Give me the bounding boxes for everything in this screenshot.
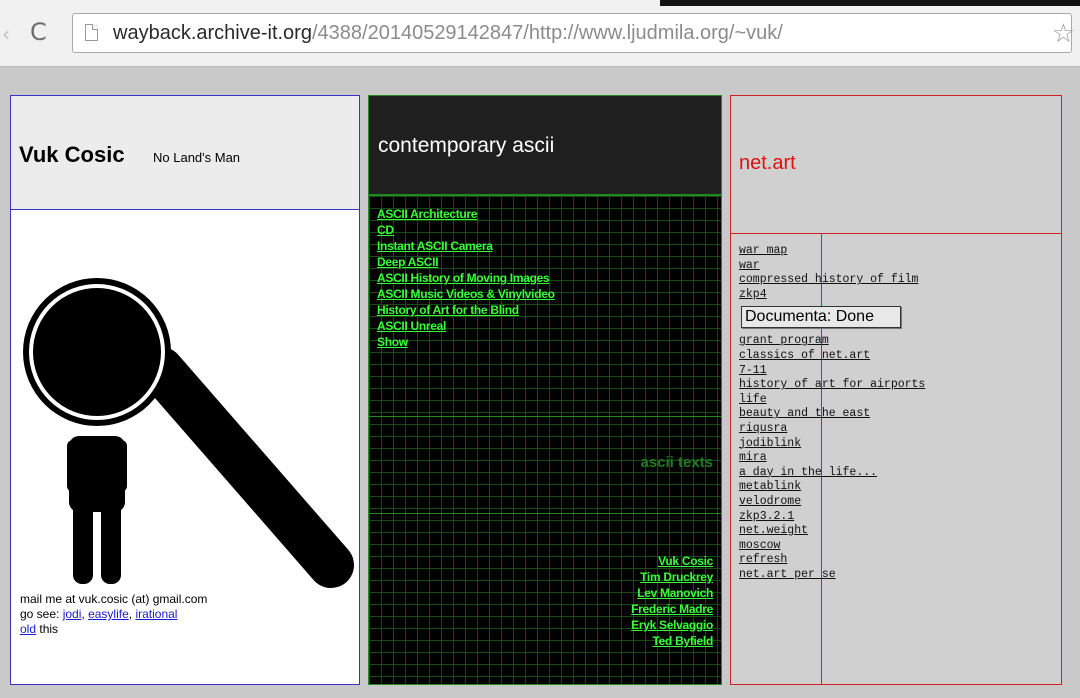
link-zkp3-2-1[interactable]: zkp3.2.1 — [739, 510, 925, 525]
old-line: old this — [20, 622, 207, 637]
ascii-texts-label: ascii texts — [640, 454, 713, 471]
ascii-grid-panel: ASCII Architecture CD Instant ASCII Came… — [368, 195, 722, 685]
link-lev-manovich[interactable]: Lev Manovich — [631, 585, 713, 601]
ascii-links: ASCII Architecture CD Instant ASCII Came… — [377, 206, 555, 350]
window-edge-strip — [660, 0, 1080, 6]
link-irational[interactable]: irational — [135, 607, 177, 621]
netart-links: war map war compressed history of film z… — [739, 244, 925, 582]
link-frederic-madre[interactable]: Frederic Madre — [631, 601, 713, 617]
link-jodiblink[interactable]: jodiblink — [739, 437, 925, 452]
link-moscow[interactable]: moscow — [739, 539, 925, 554]
address-bar[interactable]: wayback.archive-it.org/4388/201405291428… — [72, 13, 1075, 53]
link-classics-netart[interactable]: classics of net.art — [739, 349, 925, 364]
link-mira[interactable]: mira — [739, 451, 925, 466]
browser-toolbar: ‹ C wayback.archive-it.org/4388/20140529… — [0, 0, 1080, 67]
link-show[interactable]: Show — [377, 334, 555, 350]
page-content: Vuk Cosic No Land's Man mail me at vuk.c… — [0, 67, 1080, 698]
netart-title: net.art — [739, 152, 796, 174]
link-jodi[interactable]: jodi — [63, 607, 82, 621]
link-instant-ascii-camera[interactable]: Instant ASCII Camera — [377, 238, 555, 254]
link-day-in-life[interactable]: a day in the life... — [739, 466, 925, 481]
link-net-weight[interactable]: net.weight — [739, 524, 925, 539]
link-ascii-architecture[interactable]: ASCII Architecture — [377, 206, 555, 222]
link-old[interactable]: old — [20, 622, 36, 636]
link-war[interactable]: war — [739, 259, 925, 274]
ascii-title: contemporary ascii — [378, 134, 555, 157]
author-image-panel: mail me at vuk.cosic (at) gmail.com go s… — [10, 209, 360, 685]
reload-icon[interactable]: C — [30, 18, 47, 46]
link-war-map[interactable]: war map — [739, 244, 925, 259]
link-eryk-selvaggio[interactable]: Eryk Selvaggio — [631, 617, 713, 633]
link-7-11[interactable]: 7-11 — [739, 364, 925, 379]
grid-divider — [369, 416, 721, 417]
link-ted-byfield[interactable]: Ted Byfield — [631, 633, 714, 649]
link-tim-druckrey[interactable]: Tim Druckrey — [631, 569, 713, 585]
author-name: Vuk Cosic — [19, 142, 125, 167]
page-icon — [85, 24, 98, 41]
link-netart-per-se[interactable]: net.art per se — [739, 568, 925, 583]
link-easylife[interactable]: easylife — [88, 607, 129, 621]
back-arrow-icon[interactable]: ‹ — [2, 22, 10, 46]
link-deep-ascii[interactable]: Deep ASCII — [377, 254, 555, 270]
link-beauty-and-east[interactable]: beauty and the east — [739, 407, 925, 422]
grid-divider — [369, 513, 721, 514]
ascii-header-panel: contemporary ascii — [368, 95, 722, 195]
link-ascii-music-videos[interactable]: ASCII Music Videos & Vinylvideo — [377, 286, 555, 302]
netart-header-panel: net.art — [730, 95, 1062, 234]
link-riqusra[interactable]: riqusra — [739, 422, 925, 437]
link-velodrome[interactable]: velodrome — [739, 495, 925, 510]
documenta-button[interactable]: Documenta: Done — [741, 306, 901, 329]
netart-list-panel: war map war compressed history of film z… — [730, 233, 1062, 685]
link-life[interactable]: life — [739, 393, 925, 408]
go-see-line: go see: jodi, easylife, irational — [20, 607, 178, 621]
link-ascii-unreal[interactable]: ASCII Unreal — [377, 318, 555, 334]
author-links: Vuk Cosic Tim Druckrey Lev Manovich Fred… — [631, 553, 713, 649]
link-vuk-cosic[interactable]: Vuk Cosic — [631, 553, 713, 569]
link-refresh[interactable]: refresh — [739, 553, 925, 568]
contact-text: mail me at vuk.cosic (at) gmail.com go s… — [20, 592, 207, 637]
link-ascii-history-moving-images[interactable]: ASCII History of Moving Images — [377, 270, 555, 286]
link-grant-program[interactable]: grant program — [739, 334, 925, 349]
url-path: /4388/20140529142847/http://www.ljudmila… — [311, 22, 783, 44]
link-history-art-airports[interactable]: history of art for airports — [739, 378, 925, 393]
author-tagline: No Land's Man — [153, 150, 241, 165]
link-metablink[interactable]: metablink — [739, 480, 925, 495]
url-text[interactable]: wayback.archive-it.org/4388/201405291428… — [113, 22, 783, 45]
link-history-art-blind[interactable]: History of Art for the Blind — [377, 302, 555, 318]
link-cd[interactable]: CD — [377, 222, 555, 238]
author-header-panel: Vuk Cosic No Land's Man — [10, 95, 360, 210]
link-compressed-history-film[interactable]: compressed history of film — [739, 273, 925, 288]
url-domain: wayback.archive-it.org — [113, 22, 312, 44]
go-see-label: go see: — [20, 607, 60, 621]
this-text: this — [39, 622, 59, 636]
mail-line: mail me at vuk.cosic (at) gmail.com — [20, 592, 208, 606]
link-zkp4[interactable]: zkp4 — [739, 288, 925, 303]
bookmark-star-icon[interactable]: ☆ — [1052, 18, 1075, 49]
